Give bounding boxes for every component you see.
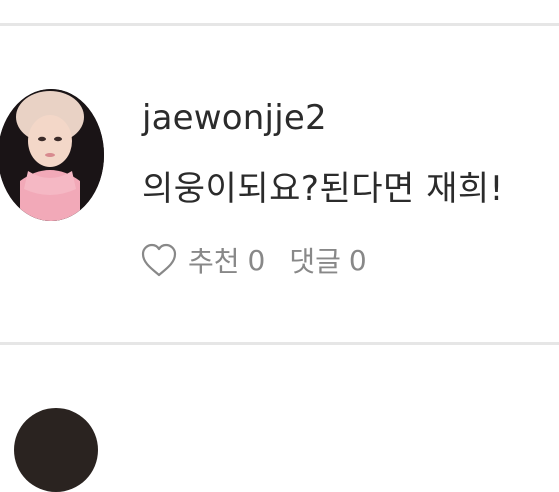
like-button[interactable]: 추천 0 [140, 240, 265, 280]
heart-outline-icon [140, 242, 178, 278]
divider-bottom [0, 342, 559, 345]
avatar-image [0, 89, 104, 221]
avatar[interactable] [0, 89, 104, 221]
top-spacer [0, 0, 559, 24]
reply-count: 0 [348, 243, 367, 277]
comment-actions: 추천 0 댓글 0 [140, 240, 367, 280]
comment-username[interactable]: jaewonjje2 [142, 98, 327, 138]
next-comment-avatar[interactable] [14, 408, 98, 492]
reply-label: 댓글 [289, 245, 341, 278]
like-count: 0 [247, 243, 266, 277]
comment-text: 의웅이되요?된다면 재희! [142, 169, 504, 209]
like-label: 추천 [188, 245, 240, 278]
reply-button[interactable]: 댓글 0 [289, 240, 366, 280]
comment-item: jaewonjje2 의웅이되요?된다면 재희! 추천 0 댓글 0 [0, 26, 559, 342]
